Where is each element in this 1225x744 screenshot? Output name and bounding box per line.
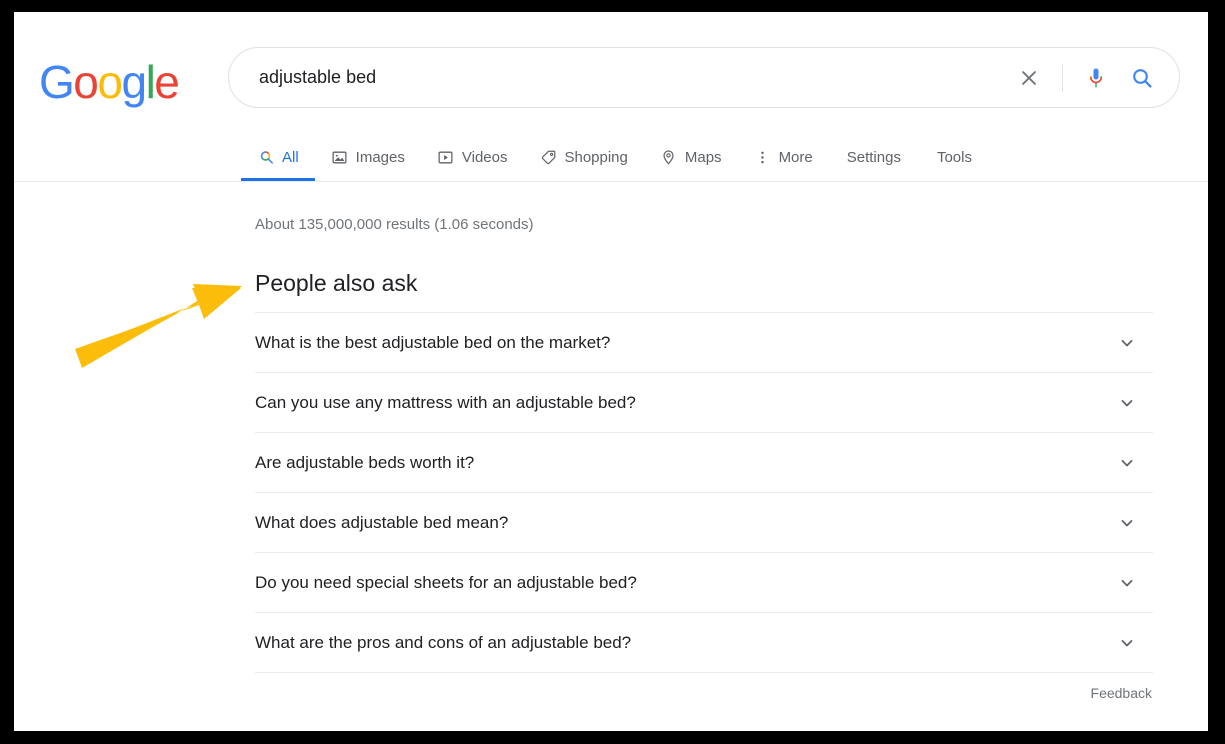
nav-tab-list: All Images Videos Shopping Maps More Set… bbox=[241, 134, 1040, 181]
logo-letter-g1: G bbox=[39, 56, 75, 108]
paa-question-text: Are adjustable beds worth it? bbox=[255, 452, 475, 472]
chevron-down-icon[interactable] bbox=[1115, 571, 1139, 595]
paa-question-row-3[interactable]: Are adjustable beds worth it? bbox=[255, 432, 1153, 492]
paa-question-text: What does adjustable bed mean? bbox=[255, 512, 509, 532]
google-logo[interactable]: Google bbox=[39, 55, 180, 109]
results-content: About 135,000,000 results (1.06 seconds)… bbox=[14, 182, 1208, 710]
paa-question-text: What is the best adjustable bed on the m… bbox=[255, 332, 611, 352]
tab-more[interactable]: More bbox=[738, 134, 829, 180]
people-also-ask-module: People also ask What is the best adjusta… bbox=[255, 270, 1153, 710]
tools-button[interactable]: Tools bbox=[919, 149, 990, 166]
paa-question-row-4[interactable]: What does adjustable bed mean? bbox=[255, 492, 1153, 552]
tab-shopping-label: Shopping bbox=[564, 148, 628, 166]
tab-all-label: All bbox=[282, 148, 299, 166]
search-input[interactable] bbox=[229, 48, 1006, 107]
chevron-down-icon[interactable] bbox=[1115, 451, 1139, 475]
chevron-down-icon[interactable] bbox=[1115, 391, 1139, 415]
map-pin-icon bbox=[660, 148, 678, 166]
logo-letter-g2: g bbox=[121, 56, 147, 108]
tab-shopping[interactable]: Shopping bbox=[523, 134, 643, 180]
close-icon[interactable] bbox=[1006, 67, 1052, 89]
settings-button[interactable]: Settings bbox=[829, 149, 919, 166]
people-also-ask-title: People also ask bbox=[255, 270, 418, 296]
paa-question-text: What are the pros and cons of an adjusta… bbox=[255, 632, 632, 652]
paa-question-row-6[interactable]: What are the pros and cons of an adjusta… bbox=[255, 612, 1153, 672]
image-icon bbox=[331, 148, 349, 166]
chevron-down-icon[interactable] bbox=[1115, 331, 1139, 355]
search-icon bbox=[257, 148, 275, 166]
tab-images[interactable]: Images bbox=[315, 134, 421, 180]
chevron-down-icon[interactable] bbox=[1115, 511, 1139, 535]
tab-maps-label: Maps bbox=[684, 148, 722, 166]
tab-images-label: Images bbox=[355, 148, 405, 166]
tab-videos-label: Videos bbox=[461, 148, 508, 166]
paa-footer: Feedback bbox=[255, 672, 1153, 710]
search-box[interactable] bbox=[228, 47, 1180, 108]
feedback-link[interactable]: Feedback bbox=[1091, 685, 1153, 701]
logo-letter-o2: o bbox=[97, 56, 123, 108]
tab-active-underline bbox=[241, 178, 315, 181]
result-stats: About 135,000,000 results (1.06 seconds) bbox=[255, 216, 534, 233]
search-submit-icon[interactable] bbox=[1119, 66, 1165, 90]
tab-all[interactable]: All bbox=[241, 134, 315, 181]
search-nav-tabs: All Images Videos Shopping Maps More Set… bbox=[14, 134, 1208, 182]
microphone-icon[interactable] bbox=[1073, 66, 1119, 90]
logo-letter-e: e bbox=[154, 56, 180, 108]
chevron-down-icon[interactable] bbox=[1115, 631, 1139, 655]
paa-question-row-5[interactable]: Do you need special sheets for an adjust… bbox=[255, 552, 1153, 612]
kebab-menu-icon bbox=[754, 148, 772, 166]
tab-more-label: More bbox=[778, 148, 813, 166]
logo-letter-o1: o bbox=[73, 56, 99, 108]
video-play-icon bbox=[437, 148, 455, 166]
search-box-actions bbox=[1006, 63, 1179, 92]
paa-question-text: Can you use any mattress with an adjusta… bbox=[255, 392, 636, 412]
tab-maps[interactable]: Maps bbox=[644, 134, 738, 180]
logo-letter-l: l bbox=[145, 56, 156, 108]
nav-right-actions: Settings Tools bbox=[829, 134, 1040, 180]
search-box-divider bbox=[1062, 63, 1063, 92]
page-header: Google adjustable bed All Images Videos … bbox=[14, 12, 1208, 182]
paa-question-row-1[interactable]: What is the best adjustable bed on the m… bbox=[255, 312, 1153, 372]
paa-question-text: Do you need special sheets for an adjust… bbox=[255, 572, 637, 592]
search-results-page: Google adjustable bed All Images Videos … bbox=[14, 12, 1208, 731]
price-tag-icon bbox=[539, 148, 557, 166]
tab-videos[interactable]: Videos bbox=[421, 134, 524, 180]
paa-question-row-2[interactable]: Can you use any mattress with an adjusta… bbox=[255, 372, 1153, 432]
